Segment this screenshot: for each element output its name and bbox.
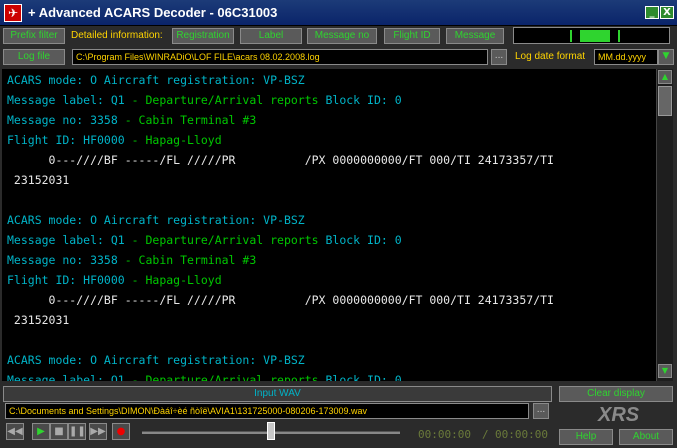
log-line: 23152031 <box>7 173 70 187</box>
app-airplane-icon: ✈ <box>4 3 22 22</box>
time-separator: / <box>482 428 489 441</box>
label-button[interactable]: Label <box>240 28 302 44</box>
log-line: ACARS mode: O Aircraft registration: VP-… <box>7 353 305 367</box>
log-line: 0---////BF -----/FL /////PR /PX 00000000… <box>7 293 554 307</box>
message-button[interactable]: Message <box>446 28 504 44</box>
play-icon[interactable]: ▶ <box>32 423 50 440</box>
log-text: Block ID: 0 <box>318 93 402 107</box>
time-total: 00:00:00 <box>495 428 548 441</box>
log-text: Message label: Q1 <box>7 93 132 107</box>
message-block: ACARS mode: O Aircraft registration: VP-… <box>7 210 656 350</box>
log-text: Message no: 3358 <box>7 253 125 267</box>
log-text: - Cabin Terminal #3 <box>124 113 257 127</box>
log-line: ACARS mode: O Aircraft registration: VP-… <box>7 73 305 87</box>
date-format-select[interactable]: MM.dd.yyyy <box>594 49 658 65</box>
clear-display-button[interactable]: Clear display <box>559 386 673 402</box>
log-text: Block ID: 0 <box>318 233 402 247</box>
prefix-filter-button[interactable]: Prefix filter <box>3 28 65 44</box>
playback-slider-thumb[interactable] <box>267 422 275 440</box>
time-current: 00:00:00 <box>418 428 471 441</box>
log-text: - Departure/Arrival reports <box>131 233 319 247</box>
log-file-button[interactable]: Log file <box>3 49 65 65</box>
detailed-info-label: Detailed information: <box>71 30 163 41</box>
log-text: Flight ID: HF0000 <box>7 273 132 287</box>
log-line: ACARS mode: O Aircraft registration: VP-… <box>7 213 305 227</box>
window-title: + Advanced ACARS Decoder - 06C31003 <box>28 5 278 20</box>
log-text: Message no: 3358 <box>7 113 125 127</box>
rewind-icon[interactable]: ◀◀ <box>6 423 24 440</box>
scroll-thumb[interactable] <box>658 86 672 116</box>
message-block: ACARS mode: O Aircraft registration: VP-… <box>7 70 656 210</box>
stop-icon[interactable]: ■ <box>50 423 68 440</box>
log-text: Message label: Q1 <box>7 373 132 381</box>
log-text: Message label: Q1 <box>7 233 132 247</box>
message-block: ACARS mode: O Aircraft registration: VP-… <box>7 350 656 381</box>
record-icon[interactable]: ● <box>112 423 130 440</box>
minimize-button[interactable]: _ <box>645 6 659 19</box>
log-scrollbar[interactable]: ▲ ▼ <box>656 69 673 381</box>
log-text: - Departure/Arrival reports <box>131 373 319 381</box>
xrs-logo: XRS <box>598 404 640 426</box>
log-line: 0---////BF -----/FL /////PR /PX 00000000… <box>7 153 554 167</box>
title-bar: ✈ + Advanced ACARS Decoder - 06C31003 _ … <box>0 0 677 26</box>
log-line: 23152031 <box>7 313 70 327</box>
log-text: - Departure/Arrival reports <box>131 93 319 107</box>
acars-log-display: ACARS mode: O Aircraft registration: VP-… <box>2 69 656 381</box>
close-button[interactable]: X <box>660 6 674 19</box>
scroll-down-icon[interactable]: ▼ <box>658 364 672 378</box>
wav-path-field[interactable]: C:\Documents and Settings\DIMON\Ðàáî÷èé … <box>5 403 529 419</box>
input-wav-header: Input WAV <box>3 386 552 402</box>
help-button[interactable]: Help <box>559 429 613 445</box>
about-button[interactable]: About <box>619 429 673 445</box>
log-text: Flight ID: HF0000 <box>7 133 132 147</box>
log-text: - Hapag-Lloyd <box>131 133 222 147</box>
log-path-field[interactable]: C:\Program Files\WINRADiO\LOF FILE\acars… <box>72 49 488 65</box>
wav-browse-button[interactable]: ... <box>533 403 549 419</box>
log-text: - Hapag-Lloyd <box>131 273 222 287</box>
scroll-up-icon[interactable]: ▲ <box>658 70 672 84</box>
log-browse-button[interactable]: ... <box>491 49 507 65</box>
flight-id-button[interactable]: Flight ID <box>384 28 440 44</box>
fast-forward-icon[interactable]: ▶▶ <box>89 423 107 440</box>
log-text: Block ID: 0 <box>318 373 402 381</box>
date-format-label: Log date format <box>515 51 586 62</box>
message-no-button[interactable]: Message no <box>307 28 377 44</box>
pause-icon[interactable]: ❚❚ <box>68 423 86 440</box>
date-format-dropdown-icon[interactable]: ▼ <box>658 49 674 65</box>
registration-button[interactable]: Registration <box>172 28 234 44</box>
log-text: - Cabin Terminal #3 <box>124 253 257 267</box>
signal-level-meter <box>513 27 670 44</box>
